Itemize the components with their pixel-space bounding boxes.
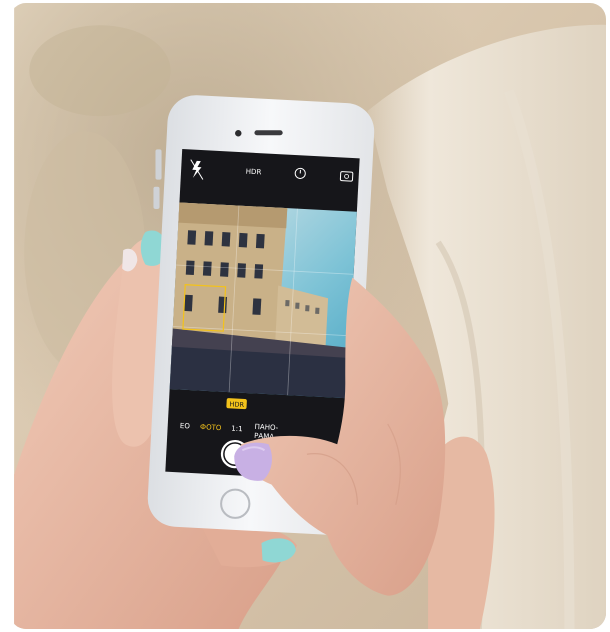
mode-video[interactable]: ЕО [180, 421, 191, 431]
photo-frame: HDR HDR ЕО ФОТО 1:1 ПАНО- РАМА [10, 3, 606, 629]
hdr-badge: HDR [229, 400, 244, 409]
hdr-label[interactable]: HDR [246, 167, 262, 177]
mode-square[interactable]: 1:1 [231, 424, 243, 434]
photo: HDR HDR ЕО ФОТО 1:1 ПАНО- РАМА [14, 3, 606, 629]
viewfinder [169, 202, 357, 399]
mode-photo[interactable]: ФОТО [200, 422, 222, 432]
